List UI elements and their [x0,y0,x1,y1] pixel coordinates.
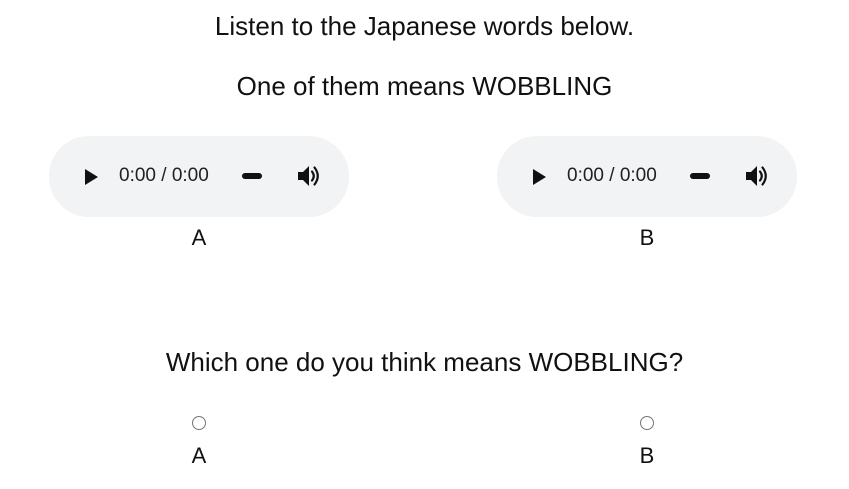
audio-player-a: 0:00 / 0:00 [49,136,349,217]
radio-label-b: B [639,443,655,468]
play-icon [85,169,98,185]
time-display-a: 0:00 / 0:00 [119,165,209,186]
volume-button-b[interactable] [743,163,771,189]
question-text: Which one do you think means WOBBLING? [165,347,684,377]
audio-label-b: B [639,225,655,250]
radio-option-a[interactable] [192,416,206,430]
play-icon [533,169,546,185]
audio-label-a: A [191,225,207,250]
instruction-text: Listen to the Japanese words below. [214,11,635,41]
prompt-text: One of them means WOBBLING [236,71,613,101]
progress-bar-b[interactable] [690,173,710,179]
play-button-a[interactable] [81,167,101,187]
progress-bar-a[interactable] [242,173,262,179]
radio-label-a: A [191,443,207,468]
audio-player-b: 0:00 / 0:00 [497,136,797,217]
volume-button-a[interactable] [295,163,323,189]
time-display-b: 0:00 / 0:00 [567,165,657,186]
volume-icon [298,166,319,186]
volume-icon [746,166,767,186]
play-button-b[interactable] [529,167,549,187]
radio-option-b[interactable] [640,416,654,430]
